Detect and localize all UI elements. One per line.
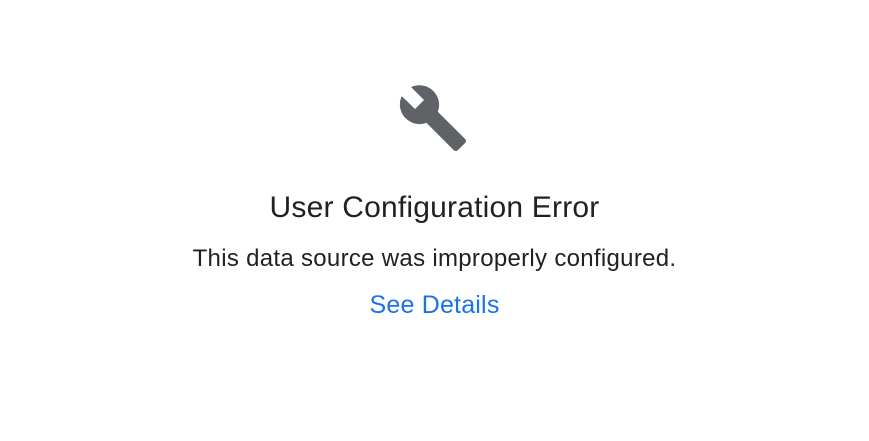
error-title: User Configuration Error <box>269 191 600 224</box>
error-panel: User Configuration Error This data sourc… <box>0 0 869 441</box>
wrench-icon <box>397 82 469 154</box>
error-message: This data source was improperly configur… <box>192 245 677 272</box>
see-details-link[interactable]: See Details <box>0 288 869 322</box>
